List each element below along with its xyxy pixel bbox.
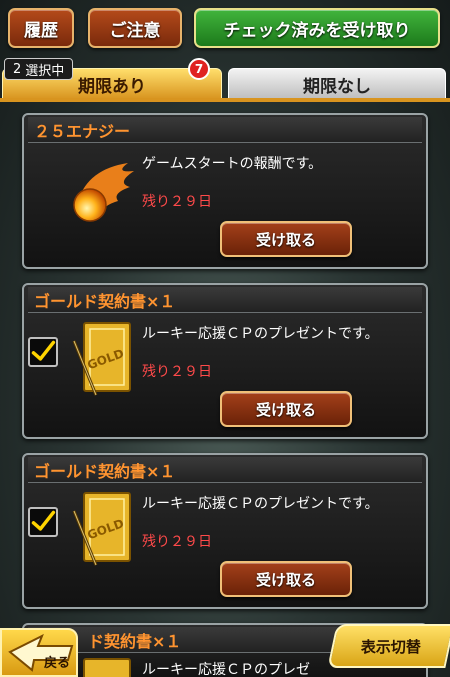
present-title: ゴールド契約書×１ — [28, 287, 422, 313]
present-description: ルーキー応援ＣＰのプレゼ — [142, 662, 310, 677]
present-remaining: 残り２９日 — [142, 364, 212, 380]
present-card: ２５エナジー ゲームスタートの報酬です。 残り２９日 受け取る — [22, 113, 428, 269]
present-remaining: 残り２９日 — [142, 534, 212, 550]
display-toggle-label: 表示切替 — [360, 637, 421, 656]
tab-underline — [0, 98, 450, 102]
present-description: ルーキー応援ＣＰのプレゼントです。 — [142, 496, 379, 512]
present-description: ゲームスタートの報酬です。 — [142, 156, 323, 172]
tab-bar: 期限あり 期限なし 2 選択中 7 — [0, 58, 450, 102]
selected-count: 2 — [13, 61, 22, 77]
present-description: ルーキー応援ＣＰのプレゼントです。 — [142, 326, 379, 342]
receive-button[interactable]: 受け取る — [220, 391, 352, 427]
present-card: ゴールド契約書×１ GOLD ルーキー応援ＣＰのプレゼントです。 残り２９日 受… — [22, 283, 428, 439]
selected-count-badge: 2 選択中 — [4, 58, 74, 80]
select-checkbox[interactable] — [28, 507, 58, 537]
present-remaining: 残り２９日 — [142, 194, 212, 210]
present-title: ゴールド契約書×１ — [28, 457, 422, 483]
back-label: 戻る — [43, 656, 70, 671]
tab-no-expiry[interactable]: 期限なし — [228, 68, 446, 100]
unread-count-badge: 7 — [188, 58, 210, 80]
checkmark-icon — [31, 510, 56, 531]
gold-contract-icon: GOLD — [72, 322, 131, 396]
receive-checked-button[interactable]: チェック済みを受け取り — [194, 8, 440, 48]
notice-button[interactable]: ご注意 — [88, 8, 182, 48]
select-checkbox[interactable] — [28, 337, 58, 367]
top-toolbar: 履歴 ご注意 チェック済みを受け取り — [0, 0, 450, 56]
history-button[interactable]: 履歴 — [8, 8, 74, 48]
present-card: ゴールド契約書×１ GOLD ルーキー応援ＣＰのプレゼントです。 残り２９日 受… — [22, 453, 428, 609]
display-toggle-button[interactable]: 表示切替 — [327, 624, 450, 668]
back-button[interactable]: 戻る — [0, 628, 78, 677]
energy-fireball-icon — [73, 163, 134, 222]
present-title: ２５エナジー — [28, 117, 422, 143]
receive-button[interactable]: 受け取る — [220, 561, 352, 597]
receive-button[interactable]: 受け取る — [220, 221, 352, 257]
checkmark-icon — [31, 340, 56, 361]
gold-contract-icon: GOLD — [72, 492, 131, 566]
selected-suffix: 選択中 — [25, 63, 65, 79]
